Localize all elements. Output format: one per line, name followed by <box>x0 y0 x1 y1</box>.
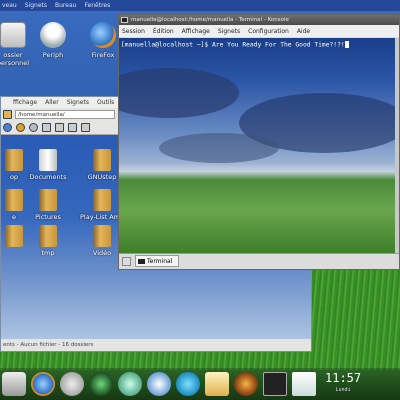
folder-icon <box>5 225 23 247</box>
terminal-menu-item[interactable]: Affichage <box>182 28 210 35</box>
topbar-item[interactable]: Signets <box>25 2 47 9</box>
folder-icon <box>39 149 57 171</box>
folder-icon <box>5 189 23 211</box>
desktop-icon-label: Periph <box>42 51 64 59</box>
user-icon[interactable] <box>176 372 200 396</box>
network-icon[interactable] <box>147 372 171 396</box>
gear-icon[interactable] <box>60 372 84 396</box>
copy-icon[interactable] <box>42 123 51 132</box>
terminal-menu-item[interactable]: Édition <box>153 28 174 35</box>
terminal-menu-item[interactable]: Signets <box>218 28 240 35</box>
reload-icon[interactable] <box>16 123 25 132</box>
home-folder-icon <box>0 22 26 48</box>
terminal-menu-item[interactable]: Configuration <box>248 28 289 35</box>
file-item[interactable]: Pictures <box>23 189 73 221</box>
topbar-item[interactable]: Bureau <box>55 2 76 9</box>
cursor <box>344 41 349 48</box>
folder-icon <box>39 225 57 247</box>
home-icon[interactable] <box>2 372 26 396</box>
scrollbar[interactable] <box>395 38 399 253</box>
topbar-item[interactable]: Fenêtres <box>84 2 110 9</box>
cloud <box>159 133 279 163</box>
terminal-titlebar[interactable]: manuella@localhost:/home/manuella - Term… <box>119 15 399 25</box>
address-input[interactable]: /home/manuella/ <box>15 110 115 119</box>
terminal-icon <box>138 259 145 264</box>
folder-icon <box>3 110 12 119</box>
folder-icon <box>93 189 111 211</box>
taskbar: 11:57 Lundi <box>0 368 400 400</box>
clock-day: Lundi <box>335 387 351 393</box>
terminal-icon <box>121 17 128 23</box>
file-item[interactable]: Documents <box>23 149 73 181</box>
view-icon[interactable] <box>81 123 90 132</box>
media-icon[interactable] <box>234 372 258 396</box>
mail-icon[interactable] <box>292 372 316 396</box>
clock[interactable]: 11:57 Lundi <box>325 372 361 396</box>
zoom-in-icon[interactable] <box>55 123 64 132</box>
tab-terminal[interactable]: Terminal <box>135 255 179 267</box>
fm-menu-item[interactable]: ffichage <box>13 99 37 106</box>
new-tab-icon[interactable] <box>122 257 131 266</box>
stop-icon[interactable] <box>29 123 38 132</box>
cloud <box>119 68 239 118</box>
tab-label: Terminal <box>147 258 173 265</box>
terminal-tabbar: Terminal <box>119 253 399 269</box>
file-item-label: Documents <box>29 173 67 181</box>
folder-icon <box>5 149 23 171</box>
terminal-output[interactable]: [manuella@localhost ~]$ Are You Ready Fo… <box>119 38 399 253</box>
firefox-icon <box>90 22 116 48</box>
terminal-prompt: [manuella@localhost ~]$ Are You Ready Fo… <box>121 41 349 49</box>
fm-menu-item[interactable]: Outils <box>97 99 114 106</box>
home-icon[interactable] <box>3 123 12 132</box>
topbar-item[interactable]: veau <box>2 2 17 9</box>
folder-icon <box>93 149 111 171</box>
folder-icon <box>93 225 111 247</box>
robot-icon <box>40 22 66 48</box>
firefox-icon[interactable] <box>31 372 55 396</box>
prompt-text: [manuella@localhost ~]$ Are You Ready Fo… <box>121 41 345 49</box>
editor-icon[interactable] <box>205 372 229 396</box>
file-item[interactable]: tmp <box>23 225 73 257</box>
terminal-menubar: Session Édition Affichage Signets Config… <box>119 25 399 37</box>
terminal-menu-item[interactable]: Session <box>122 28 145 35</box>
globe-icon[interactable] <box>89 372 113 396</box>
fm-menu-item[interactable]: Aller <box>45 99 59 106</box>
fm-menu-item[interactable]: Signets <box>67 99 89 106</box>
window-title: manuella@localhost:/home/manuella - Term… <box>131 17 289 23</box>
top-menubar: veau Signets Bureau Fenêtres <box>0 0 400 11</box>
file-item-label: Pictures <box>35 213 61 221</box>
tools-icon[interactable] <box>118 372 142 396</box>
file-item-label: tmp <box>41 249 55 257</box>
desktop-icon-periph[interactable]: Periph <box>28 22 78 59</box>
terminal-window: manuella@localhost:/home/manuella - Term… <box>118 14 400 270</box>
clock-time: 11:57 <box>325 371 362 385</box>
status-bar: ents - Aucun fichier - 16 dossiers <box>1 339 311 351</box>
terminal-menu-item[interactable]: Aide <box>297 28 310 35</box>
zoom-out-icon[interactable] <box>68 123 77 132</box>
terminal-icon[interactable] <box>263 372 287 396</box>
folder-icon <box>39 189 57 211</box>
